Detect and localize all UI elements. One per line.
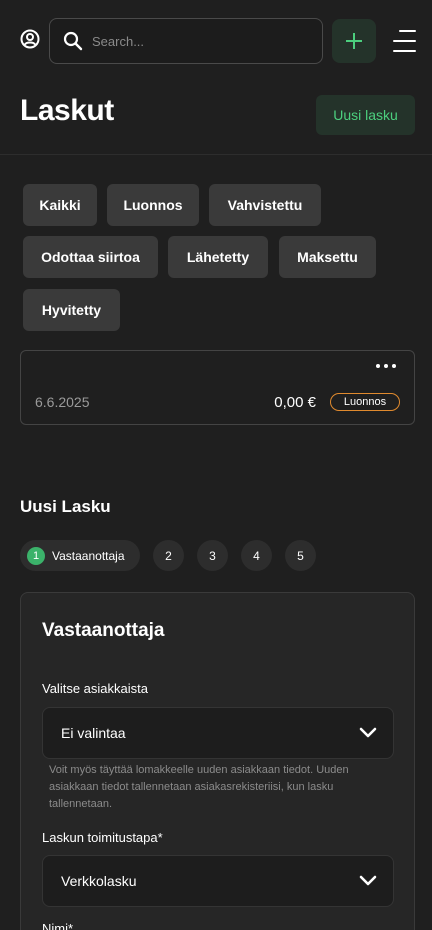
chevron-down-icon [359,875,377,886]
page-title: Laskut [20,94,114,127]
filter-awaiting-transfer[interactable]: Odottaa siirtoa [23,236,158,278]
customer-select-label: Valitse asiakkaista [42,681,148,696]
user-profile-button[interactable] [18,27,42,51]
name-label: Nimi* [42,921,74,930]
step-2[interactable]: 2 [153,540,184,571]
delivery-method-label: Laskun toimitustapa* [42,830,163,845]
step-5[interactable]: 5 [285,540,316,571]
recipient-form: Vastaanottaja Valitse asiakkaista Ei val… [20,592,415,930]
invoice-amount: 0,00 € [274,394,316,411]
filter-confirmed[interactable]: Vahvistettu [209,184,321,226]
delivery-method-value: Verkkolasku [61,873,137,889]
customer-help-text: Voit myös täyttää lomakkeelle uuden asia… [49,764,349,810]
filter-sent[interactable]: Lähetetty [168,236,268,278]
filter-paid[interactable]: Maksettu [279,236,376,278]
filter-all[interactable]: Kaikki [23,184,97,226]
filter-draft[interactable]: Luonnos [107,184,199,226]
step-1[interactable]: 1 Vastaanottaja [20,540,140,571]
invoice-date: 6.6.2025 [35,394,90,410]
status-badge: Luonnos [330,393,400,411]
top-bar [0,0,432,82]
stepper: 1 Vastaanottaja 2 3 4 5 [20,540,420,571]
form-heading: Vastaanottaja [42,620,165,641]
step-label: Vastaanottaja [52,548,125,563]
step-4[interactable]: 4 [241,540,272,571]
customer-select[interactable]: Ei valintaa [42,707,394,759]
step-3[interactable]: 3 [197,540,228,571]
plus-icon [346,33,362,49]
customer-select-value: Ei valintaa [61,725,126,741]
invoice-card[interactable]: 6.6.2025 0,00 € Luonnos [20,350,415,425]
filter-credited[interactable]: Hyvitetty [23,289,120,331]
new-invoice-button[interactable]: Uusi lasku [316,95,415,135]
more-options-icon[interactable] [376,364,396,368]
search-box[interactable] [49,18,323,64]
add-button[interactable] [332,19,376,63]
menu-icon[interactable] [393,30,416,52]
delivery-method-select[interactable]: Verkkolasku [42,855,394,907]
chevron-down-icon [359,727,377,738]
search-input[interactable] [92,33,292,49]
search-icon [62,30,84,52]
menu-line [393,50,416,52]
menu-line [399,30,416,32]
user-circle-icon [20,29,40,49]
divider [0,154,432,155]
new-invoice-title: Uusi Lasku [20,497,111,516]
step-number: 1 [27,546,45,565]
menu-line [393,40,416,42]
